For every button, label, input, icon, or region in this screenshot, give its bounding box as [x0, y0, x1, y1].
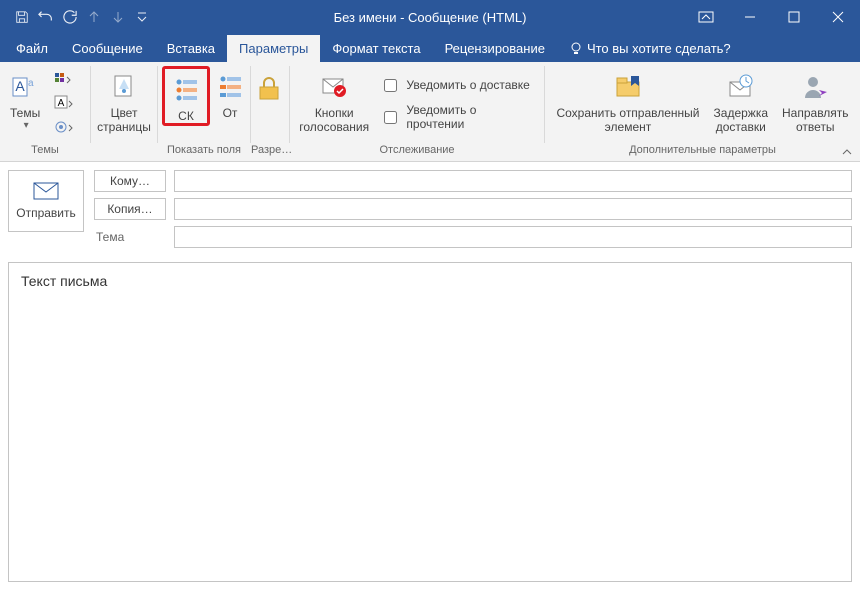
- themes-button[interactable]: Aa Темы ▾: [4, 66, 46, 131]
- send-button[interactable]: Отправить: [8, 170, 84, 232]
- svg-text:A: A: [15, 78, 25, 94]
- tab-file[interactable]: Файл: [4, 35, 60, 62]
- theme-effects-button[interactable]: [50, 116, 78, 138]
- send-icon: [33, 182, 59, 200]
- quick-access-toolbar: [0, 0, 154, 34]
- to-field[interactable]: [174, 170, 852, 192]
- direct-replies-button[interactable]: Направлять ответы: [776, 66, 855, 134]
- bcc-icon: [173, 73, 199, 107]
- voting-icon: [320, 70, 348, 104]
- chevron-down-icon: ▾: [24, 120, 29, 131]
- message-body[interactable]: Текст письма: [8, 262, 852, 582]
- subject-label: Тема: [94, 230, 166, 244]
- undo-icon[interactable]: [34, 5, 58, 29]
- collapse-ribbon-icon[interactable]: [840, 145, 854, 159]
- tell-me[interactable]: Что вы хотите сделать?: [557, 35, 743, 62]
- close-icon[interactable]: [816, 0, 860, 34]
- save-sent-item-button[interactable]: Сохранить отправленный элемент: [550, 66, 705, 134]
- delivery-receipt-checkbox[interactable]: Уведомить о доставке: [374, 72, 540, 98]
- permissions-button[interactable]: [255, 66, 285, 106]
- cc-button[interactable]: Копия…: [94, 198, 166, 220]
- maximize-icon[interactable]: [772, 0, 816, 34]
- lightbulb-icon: [569, 42, 583, 56]
- group-permissions: Разре…: [251, 62, 289, 161]
- delay-delivery-icon: [727, 70, 755, 104]
- theme-fonts-button[interactable]: A: [50, 92, 78, 114]
- svg-text:A: A: [58, 98, 65, 109]
- tab-review[interactable]: Рецензирование: [433, 35, 557, 62]
- themes-icon: Aa: [10, 70, 40, 104]
- cc-field[interactable]: [174, 198, 852, 220]
- group-show-fields: СК От Показать поля: [158, 62, 250, 161]
- delay-delivery-button[interactable]: Задержка доставки: [708, 66, 775, 134]
- bcc-button[interactable]: СК: [168, 71, 204, 123]
- window-controls: [684, 0, 860, 34]
- ribbon: Aa Темы ▾ A Темы: [0, 62, 860, 162]
- voting-buttons[interactable]: Кнопки голосования: [294, 66, 374, 134]
- subject-field[interactable]: [174, 226, 852, 248]
- group-themes: Aa Темы ▾ A Темы: [0, 62, 90, 161]
- page-color-button[interactable]: Цвет страницы: [95, 66, 153, 134]
- permissions-icon: [258, 72, 282, 106]
- qat-customize-icon[interactable]: [130, 5, 154, 29]
- save-icon[interactable]: [10, 5, 34, 29]
- tab-insert[interactable]: Вставка: [155, 35, 227, 62]
- group-page-color: Цвет страницы: [91, 62, 157, 161]
- save-sent-icon: [613, 70, 643, 104]
- prev-item-icon: [82, 5, 106, 29]
- page-color-icon: [110, 70, 138, 104]
- theme-colors-button[interactable]: [50, 68, 78, 90]
- redo-icon[interactable]: [58, 5, 82, 29]
- tab-format[interactable]: Формат текста: [320, 35, 432, 62]
- ribbon-display-icon[interactable]: [684, 0, 728, 34]
- to-button[interactable]: Кому…: [94, 170, 166, 192]
- tab-message[interactable]: Сообщение: [60, 35, 155, 62]
- from-button[interactable]: От: [214, 66, 246, 120]
- bcc-highlight: СК: [162, 66, 210, 126]
- group-more-options: Сохранить отправленный элемент Задержка …: [545, 62, 860, 161]
- from-icon: [217, 70, 243, 104]
- group-tracking: Кнопки голосования Уведомить о доставке …: [290, 62, 544, 161]
- minimize-icon[interactable]: [728, 0, 772, 34]
- ribbon-tabs: Файл Сообщение Вставка Параметры Формат …: [0, 34, 860, 62]
- title-bar: Без имени - Сообщение (HTML): [0, 0, 860, 34]
- read-receipt-checkbox[interactable]: Уведомить о прочтении: [374, 104, 540, 130]
- svg-text:a: a: [28, 78, 34, 89]
- direct-replies-icon: [801, 70, 829, 104]
- tab-options[interactable]: Параметры: [227, 35, 320, 62]
- next-item-icon: [106, 5, 130, 29]
- compose-area: Отправить Кому… Копия… Тема Текст письма: [0, 162, 860, 590]
